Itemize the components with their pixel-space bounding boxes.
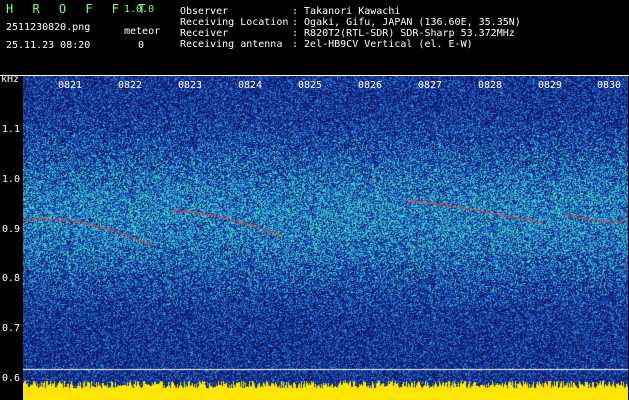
- x-tick-label: 0829: [538, 80, 563, 91]
- spectrogram: [23, 75, 628, 400]
- observer-value: : Takanori Kawachi: [292, 6, 401, 17]
- x-tick-label: 0830: [597, 80, 622, 91]
- antenna-label: Receiving antenna: [180, 39, 283, 50]
- date-time: 25.11.23 08:20: [6, 40, 91, 51]
- y-tick-label: 0.6: [2, 373, 21, 384]
- x-tick-label: 0827: [418, 80, 443, 91]
- x-tick-label: 0824: [238, 80, 263, 91]
- antenna-value: : 2el-HB9CV Vertical (el. E-W): [292, 39, 473, 50]
- x-tick-label: 0823: [178, 80, 203, 91]
- y-tick-label: 0.7: [2, 323, 21, 334]
- y-tick-label: 1.1: [2, 124, 21, 135]
- y-tick-label: 0.9: [2, 224, 21, 235]
- y-tick-label: 1.0: [2, 174, 21, 185]
- location-label: Receiving Location: [180, 17, 289, 28]
- observer-label: Observer: [180, 6, 229, 17]
- receiver-value: : R820T2(RTL-SDR) SDR-Sharp 53.372MHz: [292, 28, 515, 39]
- app-version: 1.0.0: [124, 4, 155, 15]
- x-tick-label: 0821: [58, 80, 83, 91]
- file-name: 2511230820.png: [6, 22, 91, 33]
- x-tick-label: 0826: [358, 80, 383, 91]
- x-tick-label: 0828: [478, 80, 503, 91]
- location-value: : Ogaki, Gifu, JAPAN (136.60E, 35.35N): [292, 17, 521, 28]
- unit-label: kHz: [1, 74, 20, 85]
- x-tick-label: 0822: [118, 80, 143, 91]
- axis-top-line: [0, 75, 629, 76]
- x-tick-label: 0825: [298, 80, 323, 91]
- meteor-count: 0: [138, 40, 145, 51]
- meteor-label: meteor: [124, 26, 161, 37]
- receiver-label: Receiver: [180, 28, 229, 39]
- y-tick-label: 0.8: [2, 273, 21, 284]
